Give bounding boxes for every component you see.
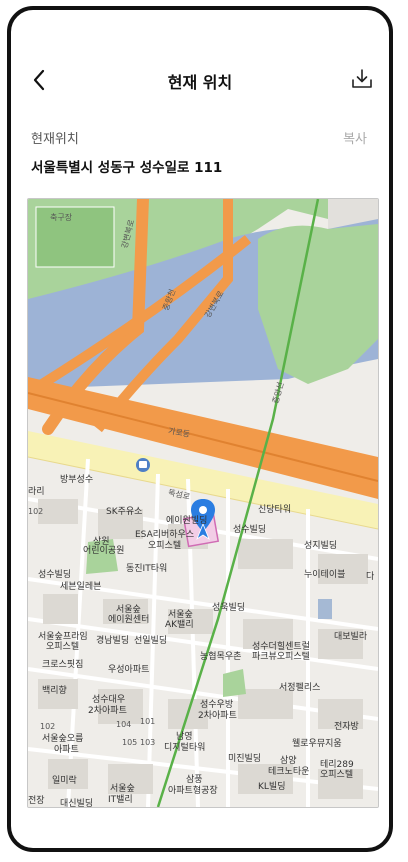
copy-button[interactable]: 복사 xyxy=(343,128,367,147)
svg-text:성수빌딩: 성수빌딩 xyxy=(233,524,266,535)
svg-text:삼양: 삼양 xyxy=(280,755,297,766)
svg-text:105: 105 xyxy=(122,738,137,747)
svg-text:디지털타워: 디지털타워 xyxy=(164,741,205,753)
svg-text:대보빌라: 대보빌라 xyxy=(334,631,368,642)
svg-text:성지빌딩: 성지빌딩 xyxy=(304,540,337,551)
map-canvas: 축구장 강변북로 강변북로 중랑천 중앙선 가로등 뚝섬로 방부성수 라리 SK… xyxy=(28,199,378,807)
svg-text:농협목우촌: 농협목우촌 xyxy=(200,650,241,662)
download-icon[interactable] xyxy=(349,66,375,92)
svg-text:파크뷰오피스텔: 파크뷰오피스텔 xyxy=(252,650,310,662)
svg-text:아파트형공장: 아파트형공장 xyxy=(168,785,218,796)
svg-text:성수대우: 성수대우 xyxy=(92,694,125,705)
svg-text:102: 102 xyxy=(28,507,43,516)
svg-text:미진빌딩: 미진빌딩 xyxy=(228,753,261,764)
svg-text:성수우방: 성수우방 xyxy=(200,699,233,710)
svg-text:테리289: 테리289 xyxy=(320,759,354,770)
svg-text:102: 102 xyxy=(40,722,55,731)
svg-text:삼풍: 삼풍 xyxy=(186,774,203,785)
svg-text:오피스텔: 오피스텔 xyxy=(148,539,181,551)
svg-text:서울숲: 서울숲 xyxy=(110,783,135,794)
svg-text:오피스텔: 오피스텔 xyxy=(320,768,353,780)
svg-text:우성아파트: 우성아파트 xyxy=(108,664,149,675)
svg-text:KL빌딩: KL빌딩 xyxy=(258,781,285,792)
svg-text:크로스핏짐: 크로스핏짐 xyxy=(42,659,83,670)
svg-text:대신빌딩: 대신빌딩 xyxy=(60,798,93,807)
svg-text:신당타워: 신당타워 xyxy=(258,504,291,515)
page-title: 현재 위치 xyxy=(167,73,233,92)
header: 현재 위치 xyxy=(11,62,389,98)
address-text: 서울특별시 성동구 성수일로 111 xyxy=(31,160,223,176)
svg-text:성수더힐센트럴: 성수더힐센트럴 xyxy=(252,640,310,652)
svg-text:백리향: 백리향 xyxy=(42,684,67,696)
map-view[interactable]: 축구장 강변북로 강변북로 중랑천 중앙선 가로등 뚝섬로 방부성수 라리 SK… xyxy=(27,198,379,808)
svg-text:성수빌딩: 성수빌딩 xyxy=(38,569,71,580)
svg-text:2차아파트: 2차아파트 xyxy=(198,709,237,721)
svg-text:세븐일레븐: 세븐일레븐 xyxy=(60,581,101,592)
svg-text:2차아파트: 2차아파트 xyxy=(88,704,127,716)
svg-text:서울숲: 서울숲 xyxy=(116,604,141,615)
svg-text:다: 다 xyxy=(366,571,375,582)
svg-text:에이원빌딩: 에이원빌딩 xyxy=(166,515,207,526)
svg-text:103: 103 xyxy=(140,738,155,747)
svg-text:성욱빌딩: 성욱빌딩 xyxy=(212,602,245,613)
svg-text:웰로우뮤지움: 웰로우뮤지움 xyxy=(292,738,342,749)
svg-text:서울숲프라임: 서울숲프라임 xyxy=(38,630,88,642)
svg-text:전장: 전장 xyxy=(28,795,45,806)
svg-text:누이테이블: 누이테이블 xyxy=(304,569,345,580)
svg-text:라리: 라리 xyxy=(28,486,45,497)
svg-text:AK밸리: AK밸리 xyxy=(165,619,194,630)
svg-text:IT밸리: IT밸리 xyxy=(108,794,133,805)
svg-text:아파트: 아파트 xyxy=(54,744,79,755)
svg-text:오피스텔: 오피스텔 xyxy=(46,640,79,652)
svg-text:101: 101 xyxy=(140,717,155,726)
svg-text:서울숲오름: 서울숲오름 xyxy=(42,733,83,744)
svg-text:축구장: 축구장 xyxy=(50,212,73,222)
svg-text:일미락: 일미락 xyxy=(52,774,77,786)
svg-text:전자방: 전자방 xyxy=(334,721,359,732)
svg-text:에이원센터: 에이원센터 xyxy=(108,614,149,625)
svg-text:서울숲: 서울숲 xyxy=(168,609,193,620)
current-location-label: 현재위치 xyxy=(31,132,79,147)
svg-text:SK주유소: SK주유소 xyxy=(106,506,142,517)
phone-frame: 현재 위치 현재위치 복사 서울특별시 성동구 성수일로 111 축구장 강변북… xyxy=(7,6,393,852)
svg-text:동진IT타워: 동진IT타워 xyxy=(126,563,167,574)
svg-text:선일빌딩: 선일빌딩 xyxy=(134,635,167,646)
svg-text:서정펠리스: 서정펠리스 xyxy=(279,681,320,693)
svg-text:경남빌딩: 경남빌딩 xyxy=(96,634,129,646)
svg-text:방부성수: 방부성수 xyxy=(60,474,93,485)
svg-text:테크노타운: 테크노타운 xyxy=(268,766,309,777)
svg-text:ESA리버하우스: ESA리버하우스 xyxy=(135,529,194,540)
svg-text:104: 104 xyxy=(116,720,131,729)
svg-text:남영: 남영 xyxy=(176,731,193,742)
svg-text:어린이공원: 어린이공원 xyxy=(83,545,124,556)
